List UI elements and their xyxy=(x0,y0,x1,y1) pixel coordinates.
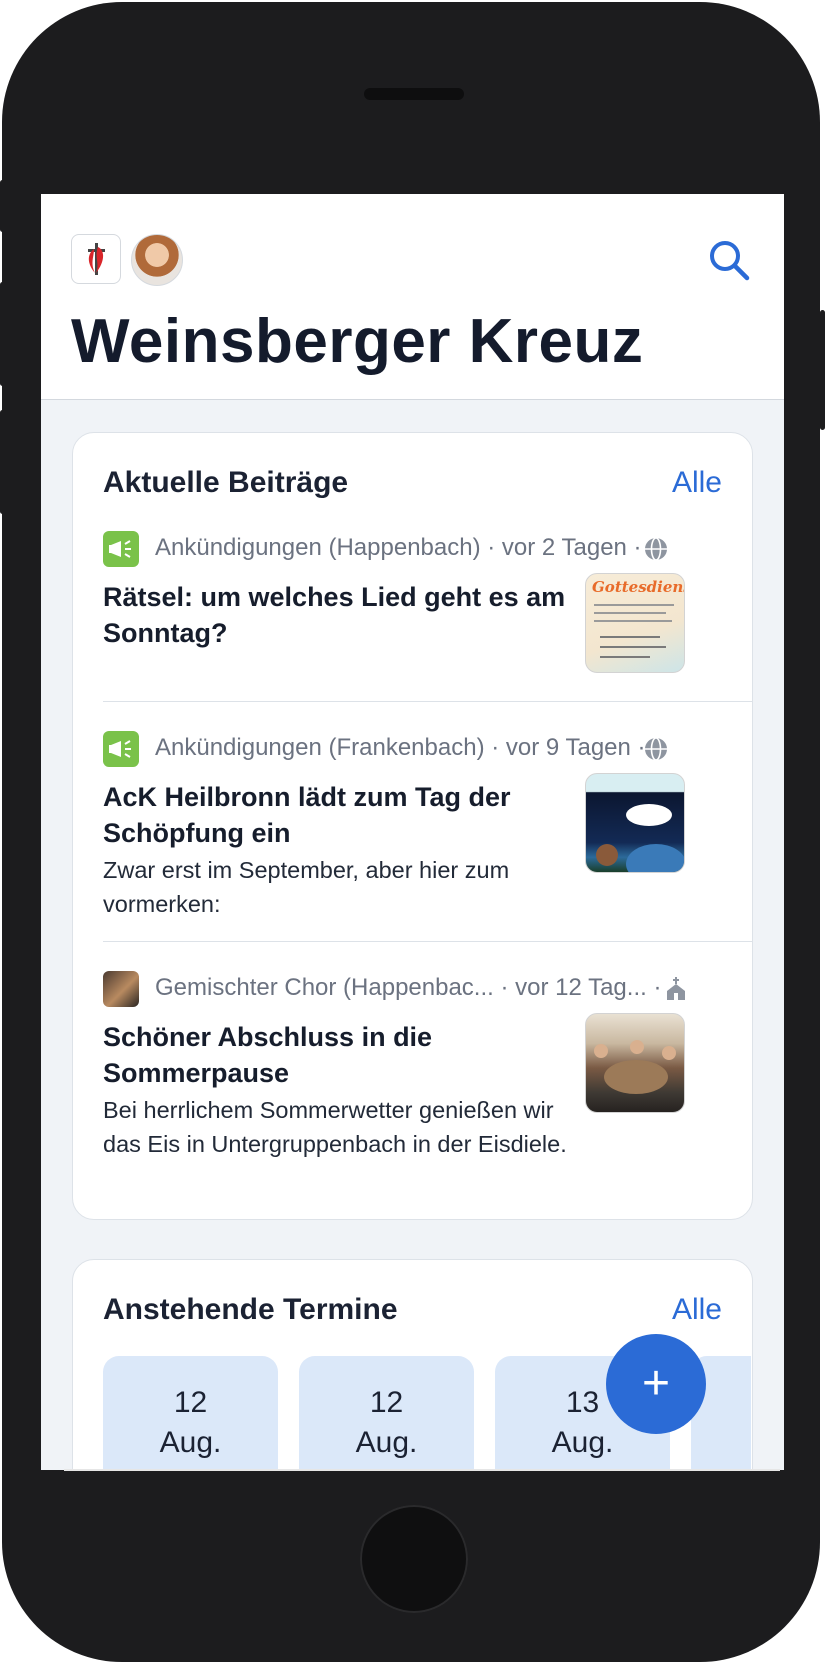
post-thumbnail xyxy=(585,1013,685,1113)
posts-section-title: Aktuelle Beiträge xyxy=(103,466,349,499)
user-avatar[interactable] xyxy=(131,234,183,286)
event-date-tile[interactable]: 12 Aug. xyxy=(299,1356,474,1470)
volume-down-button xyxy=(0,410,5,514)
add-button[interactable]: + xyxy=(606,1334,706,1434)
post-item[interactable]: Gemischter Chor (Happenbac... · vor 12 T… xyxy=(103,971,752,1171)
mute-switch xyxy=(0,180,5,232)
post-item[interactable]: Ankündigungen (Happenbach) · vor 2 Tagen… xyxy=(103,531,752,691)
post-category: Ankündigungen (Happenbach) · vor 2 Tagen… xyxy=(155,534,642,561)
posts-all-link[interactable]: Alle xyxy=(672,466,722,500)
event-month: Aug. xyxy=(355,1426,418,1459)
post-meta: Gemischter Chor (Happenbac... · vor 12 T… xyxy=(103,971,703,1009)
app-header: Weinsberger Kreuz xyxy=(41,194,784,400)
search-icon[interactable] xyxy=(707,238,751,282)
post-thumbnail: Gottesdienste xyxy=(585,573,685,673)
post-category: Gemischter Chor (Happenbac... · vor 12 T… xyxy=(155,974,662,1001)
home-button[interactable] xyxy=(360,1505,468,1613)
globe-icon xyxy=(643,536,669,567)
plus-icon: + xyxy=(641,1357,671,1410)
megaphone-icon xyxy=(103,731,139,767)
post-title: Schöner Abschluss in die Sommerpause xyxy=(103,1022,433,1088)
power-button xyxy=(820,310,825,430)
event-month: Aug. xyxy=(159,1426,222,1459)
event-day: 12 xyxy=(369,1386,404,1419)
post-category: Ankündigungen (Frankenbach) · vor 9 Tage… xyxy=(155,734,646,761)
cross-flame-logo-icon[interactable] xyxy=(71,234,121,284)
post-excerpt: Zwar erst im September, aber hier zum vo… xyxy=(103,857,510,917)
post-title: AcK Heilbronn lädt zum Tag der Schöpfung… xyxy=(103,782,511,848)
events-all-link[interactable]: Alle xyxy=(672,1293,722,1327)
app-screen: Weinsberger Kreuz Aktuelle Beiträge Alle… xyxy=(41,194,784,1470)
post-meta: Ankündigungen (Frankenbach) · vor 9 Tage… xyxy=(103,731,703,769)
page-title: Weinsberger Kreuz xyxy=(71,307,644,376)
thumbnail-caption: Gottesdienste xyxy=(592,578,684,596)
church-icon xyxy=(663,976,689,1007)
post-meta: Ankündigungen (Happenbach) · vor 2 Tagen… xyxy=(103,531,703,569)
megaphone-icon xyxy=(103,531,139,567)
group-photo xyxy=(103,971,139,1007)
speaker-grille xyxy=(364,88,464,100)
globe-icon xyxy=(643,736,669,767)
post-divider xyxy=(103,941,752,942)
posts-card: Aktuelle Beiträge Alle Ankündigungen (Ha… xyxy=(72,432,753,1220)
post-thumbnail xyxy=(585,773,685,873)
screen-bottom-edge xyxy=(64,1469,780,1471)
post-item[interactable]: Ankündigungen (Frankenbach) · vor 9 Tage… xyxy=(103,731,752,931)
volume-up-button xyxy=(0,282,5,386)
events-section-title: Anstehende Termine xyxy=(103,1293,398,1326)
post-title: Rätsel: um welches Lied geht es am Sonnt… xyxy=(103,582,566,648)
post-excerpt: Bei herrlichem Sommerwetter genießen wir… xyxy=(103,1097,567,1157)
post-divider xyxy=(103,701,752,702)
event-day: 12 xyxy=(173,1386,208,1419)
event-date-tile[interactable]: 12 Aug. xyxy=(103,1356,278,1470)
